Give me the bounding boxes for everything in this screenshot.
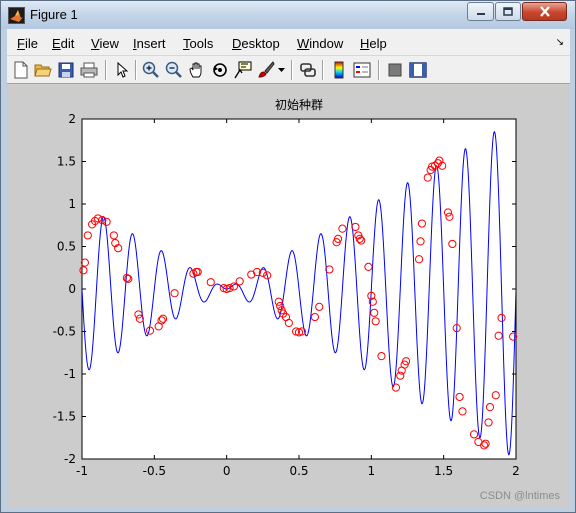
figure-frame: File Edit View Insert Tools Desktop Wind… — [7, 29, 570, 508]
x-tick-label: 0 — [223, 464, 231, 478]
chevron-down-icon — [277, 67, 285, 72]
y-tick-label: -2 — [64, 452, 76, 466]
insert-colorbar-button[interactable] — [328, 59, 350, 81]
open-file-icon — [34, 64, 52, 77]
figure-window: Figure 1 File Edit View Insert Tools Des… — [0, 0, 576, 513]
x-tick-label: -0.5 — [143, 464, 166, 478]
chart-title: 初始种群 — [275, 98, 323, 112]
toolbar-separator — [378, 60, 380, 80]
new-figure-button[interactable] — [10, 59, 32, 81]
window-title: Figure 1 — [30, 7, 78, 22]
hide-plot-tools-icon — [388, 63, 402, 77]
menu-insert[interactable]: Insert — [133, 36, 166, 51]
menu-window[interactable]: Window — [297, 36, 343, 51]
pan-icon — [189, 62, 202, 78]
plot-svg: 初始种群 -1 -0.5 0 0.5 1 1.5 2 2 1.5 1 0.5 0 -0.5 -1 -1.5 -2 — [53, 98, 520, 478]
toolbar-separator — [135, 60, 137, 80]
hide-plot-tools-button[interactable] — [384, 59, 406, 81]
minimize-button[interactable] — [467, 2, 494, 21]
legend-icon — [353, 62, 371, 78]
title-bar[interactable]: Figure 1 — [1, 1, 575, 29]
pan-button[interactable] — [186, 59, 208, 81]
close-icon — [539, 6, 550, 17]
y-tick-label: 1 — [68, 197, 76, 211]
x-tick-label: -1 — [76, 464, 88, 478]
dock-arrow-icon[interactable]: ↘ — [556, 37, 564, 48]
save-button[interactable] — [55, 59, 77, 81]
menu-view[interactable]: View — [91, 36, 119, 51]
link-icon — [300, 63, 316, 77]
maximize-icon — [503, 7, 513, 16]
colorbar-icon — [334, 61, 344, 79]
y-tick-label: -1 — [64, 367, 76, 381]
menu-desktop[interactable]: Desktop — [232, 36, 280, 51]
zoom-in-icon — [142, 61, 159, 78]
menu-edit[interactable]: Edit — [52, 36, 74, 51]
show-plot-tools-icon — [409, 62, 427, 78]
print-button[interactable] — [78, 59, 100, 81]
matlab-logo-icon — [8, 7, 25, 24]
menu-tools[interactable]: Tools — [183, 36, 213, 51]
x-tick-label: 1 — [368, 464, 376, 478]
menu-file[interactable]: File — [17, 36, 38, 51]
x-tick-label: 2 — [512, 464, 520, 478]
toolbar-separator — [322, 60, 324, 80]
y-tick-label: 0 — [68, 282, 76, 296]
toolbar-separator — [291, 60, 293, 80]
open-file-button[interactable] — [32, 59, 54, 81]
insert-legend-button[interactable] — [351, 59, 373, 81]
brush-icon — [258, 61, 275, 78]
y-tick-label: -0.5 — [53, 325, 76, 339]
data-cursor-button[interactable] — [232, 59, 254, 81]
zoom-out-button[interactable] — [163, 59, 185, 81]
brush-button[interactable] — [255, 59, 277, 81]
y-tick-label: 0.5 — [57, 240, 76, 254]
y-tick-label: 1.5 — [57, 155, 76, 169]
zoom-out-icon — [165, 61, 182, 78]
x-tick-label: 1.5 — [434, 464, 453, 478]
rotate-icon — [213, 63, 227, 77]
maximize-button[interactable] — [495, 2, 521, 21]
brush-dropdown[interactable] — [275, 59, 287, 81]
show-plot-tools-button[interactable] — [407, 59, 429, 81]
watermark-text: CSDN @lntimes — [479, 490, 560, 502]
pointer-icon — [117, 62, 129, 78]
minimize-icon — [476, 12, 485, 15]
data-cursor-icon — [234, 61, 252, 79]
new-figure-icon — [14, 61, 28, 79]
y-tick-label: 2 — [68, 112, 76, 126]
y-tick-label: -1.5 — [53, 410, 76, 424]
print-icon — [80, 62, 98, 78]
save-icon — [58, 62, 74, 78]
menu-help[interactable]: Help — [360, 36, 387, 51]
close-button[interactable] — [522, 2, 567, 21]
x-tick-label: 0.5 — [289, 464, 308, 478]
rotate-3d-button[interactable] — [209, 59, 231, 81]
toolbar-separator — [105, 60, 107, 80]
figure-canvas[interactable]: 初始种群 -1 -0.5 0 0.5 1 1.5 2 2 1.5 1 0.5 0 -0.5 -1 -1.5 -2… — [7, 85, 570, 508]
link-plot-button[interactable] — [297, 59, 319, 81]
zoom-in-button[interactable] — [140, 59, 162, 81]
menu-bar: File Edit View Insert Tools Desktop Wind… — [7, 29, 570, 56]
figure-toolbar — [7, 56, 570, 84]
edit-plot-button[interactable] — [111, 59, 133, 81]
